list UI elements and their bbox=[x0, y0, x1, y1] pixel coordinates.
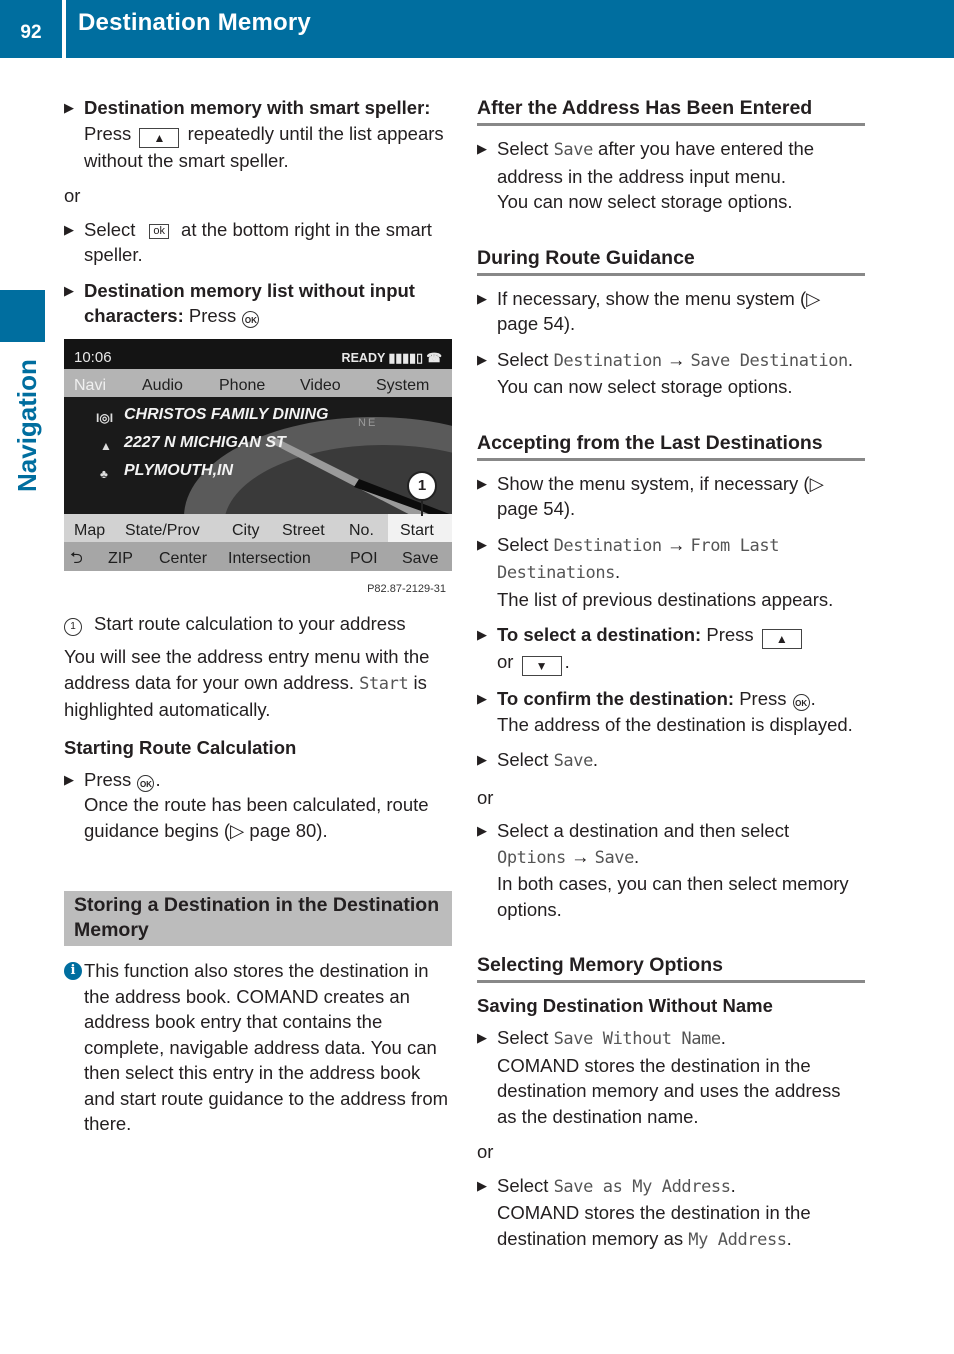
bullet-triangle-icon: ▶ bbox=[477, 290, 487, 306]
step-select-destination: ▶ To select a destination: Press ▲ or ▼. bbox=[477, 622, 865, 676]
back-icon[interactable]: ⮌ bbox=[70, 546, 83, 571]
heading-without-name: Saving Destination Without Name bbox=[477, 995, 773, 1016]
heading-starting-route: Starting Route Calculation bbox=[64, 736, 297, 758]
restaurant-icon: I◎I bbox=[96, 410, 114, 425]
city-icon: ♣ bbox=[100, 466, 108, 481]
up-key-icon: ▲ bbox=[761, 629, 802, 649]
status-bar: 10:06 READY ▮▮▮▮▯ ☎ bbox=[64, 338, 452, 369]
menu-phone[interactable]: Phone bbox=[219, 373, 265, 399]
section-tab bbox=[0, 290, 45, 342]
header-divider bbox=[62, 0, 66, 58]
heading-after-address: After the Address Has Been Entered bbox=[477, 95, 865, 126]
btn-no[interactable]: No. bbox=[349, 518, 374, 544]
or-text: or bbox=[477, 1141, 494, 1162]
clock: 10:06 bbox=[74, 348, 112, 366]
page-title: Destination Memory bbox=[78, 9, 311, 36]
bullet-triangle-icon: ▶ bbox=[64, 100, 74, 115]
ok-button-icon: OK bbox=[137, 774, 155, 792]
or-text: or bbox=[477, 786, 494, 808]
info-note: i This function also stores the destinat… bbox=[64, 958, 452, 1137]
step-list-without-input: ▶ Destination memory list without input … bbox=[64, 279, 415, 328]
callout-number-icon: 1 bbox=[64, 617, 82, 636]
bullet-triangle-icon: ▶ bbox=[477, 752, 487, 767]
dest-entry-1[interactable]: CHRISTOS FAMILY DINING bbox=[124, 402, 328, 428]
bullet-triangle-icon: ▶ bbox=[477, 1177, 487, 1193]
btn-city[interactable]: City bbox=[232, 518, 260, 544]
bullet-triangle-icon: ▶ bbox=[477, 141, 487, 156]
bullet-triangle-icon: ▶ bbox=[477, 823, 487, 838]
or-text: or bbox=[64, 185, 81, 206]
right-column: After the Address Has Been Entered ▶ Sel… bbox=[477, 95, 865, 1263]
bullet-triangle-icon: ▶ bbox=[477, 351, 487, 367]
step-save-my-address: ▶ Select Save as My Address. COMAND stor… bbox=[477, 1174, 811, 1250]
btn-state-prov[interactable]: State/Prov bbox=[125, 518, 200, 544]
main-menu-bar: Navi Audio Phone Video System bbox=[64, 368, 452, 399]
menu-video[interactable]: Video bbox=[300, 373, 341, 399]
bullet-triangle-icon: ▶ bbox=[477, 627, 487, 642]
heading-accepting-last: Accepting from the Last Destinations bbox=[477, 430, 865, 461]
menu-audio[interactable]: Audio bbox=[142, 373, 183, 399]
ok-box-icon: ok bbox=[149, 223, 170, 239]
step-select-save: ▶ Select Save after you have entered the… bbox=[477, 138, 815, 212]
down-key-icon: ▼ bbox=[521, 656, 562, 676]
bullet-triangle-icon: ▶ bbox=[64, 282, 74, 298]
bullet-triangle-icon: ▶ bbox=[477, 1030, 487, 1045]
btn-poi[interactable]: POI bbox=[350, 546, 378, 571]
step-show-menu-2: ▶ Show the menu system, if necessary (▷ … bbox=[477, 472, 824, 520]
btn-zip[interactable]: ZIP bbox=[108, 546, 133, 571]
btn-start[interactable]: Start bbox=[400, 518, 434, 544]
step-options-save: ▶ Select a destination and then select O… bbox=[477, 820, 849, 920]
paragraph-address-menu: You will see the address entry menu with… bbox=[64, 646, 430, 720]
street-icon: ▲ bbox=[100, 438, 112, 453]
image-code: P82.87-2129-31 bbox=[367, 582, 446, 595]
up-key-icon: ▲ bbox=[139, 127, 180, 148]
page-header: 92 Destination Memory bbox=[0, 0, 954, 58]
btn-center[interactable]: Center bbox=[159, 546, 207, 571]
screen-display: 10:06 READY ▮▮▮▮▯ ☎ Navi Audio Phone Vid… bbox=[64, 338, 452, 571]
callout-1: 1 bbox=[407, 470, 437, 501]
btn-intersection[interactable]: Intersection bbox=[228, 546, 311, 571]
bullet-triangle-icon: ▶ bbox=[477, 536, 487, 552]
step-press-ok: ▶ Press OK. Once the route has been calc… bbox=[64, 768, 429, 841]
address-menu-row-2: ⮌ ZIP Center Intersection POI Save bbox=[64, 541, 452, 571]
legend: 1 Start route calculation to your address bbox=[64, 611, 452, 637]
heading-memory-options: Selecting Memory Options bbox=[477, 952, 865, 983]
ok-button-icon: OK bbox=[792, 694, 810, 711]
left-column: ▶ Destination memory with smart speller:… bbox=[64, 95, 452, 1137]
menu-system[interactable]: System bbox=[376, 373, 429, 399]
step-select-save-2: ▶ Select Save. bbox=[477, 749, 599, 771]
step-show-menu: ▶ If necessary, show the menu system (▷ … bbox=[477, 287, 821, 335]
dest-entry-3[interactable]: PLYMOUTH,IN bbox=[124, 458, 233, 484]
step-save-destination: ▶ Select Destination → Save Destination.… bbox=[477, 348, 854, 398]
section-heading-storing: Storing a Destination in the Destination… bbox=[64, 891, 452, 946]
menu-navi[interactable]: Navi bbox=[74, 373, 106, 399]
info-icon: i bbox=[64, 962, 82, 980]
btn-street[interactable]: Street bbox=[282, 518, 325, 544]
step-smart-speller: ▶ Destination memory with smart speller:… bbox=[64, 97, 444, 171]
page-number: 92 bbox=[20, 22, 42, 43]
compass-label: NE bbox=[358, 416, 378, 429]
bullet-triangle-icon: ▶ bbox=[477, 475, 487, 491]
bullet-triangle-icon: ▶ bbox=[64, 221, 74, 237]
btn-save[interactable]: Save bbox=[402, 546, 438, 571]
section-label: Navigation bbox=[12, 359, 42, 492]
status-ready: READY ▮▮▮▮▯ ☎ bbox=[341, 350, 442, 365]
dest-entry-2[interactable]: 2227 N MICHIGAN ST bbox=[124, 430, 286, 456]
callout-line bbox=[421, 499, 423, 516]
step-select-ok: ▶ Select ok at the bottom right in the sma… bbox=[64, 218, 432, 266]
bullet-triangle-icon: ▶ bbox=[64, 771, 74, 787]
btn-map[interactable]: Map bbox=[74, 518, 105, 544]
step-confirm-destination: ▶ To confirm the destination: Press OK. … bbox=[477, 688, 853, 735]
step-save-without-name: ▶ Select Save Without Name. COMAND store… bbox=[477, 1027, 841, 1127]
step-from-last: ▶ Select Destination → From Last Destina… bbox=[477, 533, 834, 610]
comand-screen-image: 10:06 READY ▮▮▮▮▯ ☎ Navi Audio Phone Vid… bbox=[64, 338, 452, 597]
ok-button-icon: OK bbox=[242, 311, 260, 328]
heading-during-guidance: During Route Guidance bbox=[477, 245, 865, 276]
bullet-triangle-icon: ▶ bbox=[477, 691, 487, 706]
